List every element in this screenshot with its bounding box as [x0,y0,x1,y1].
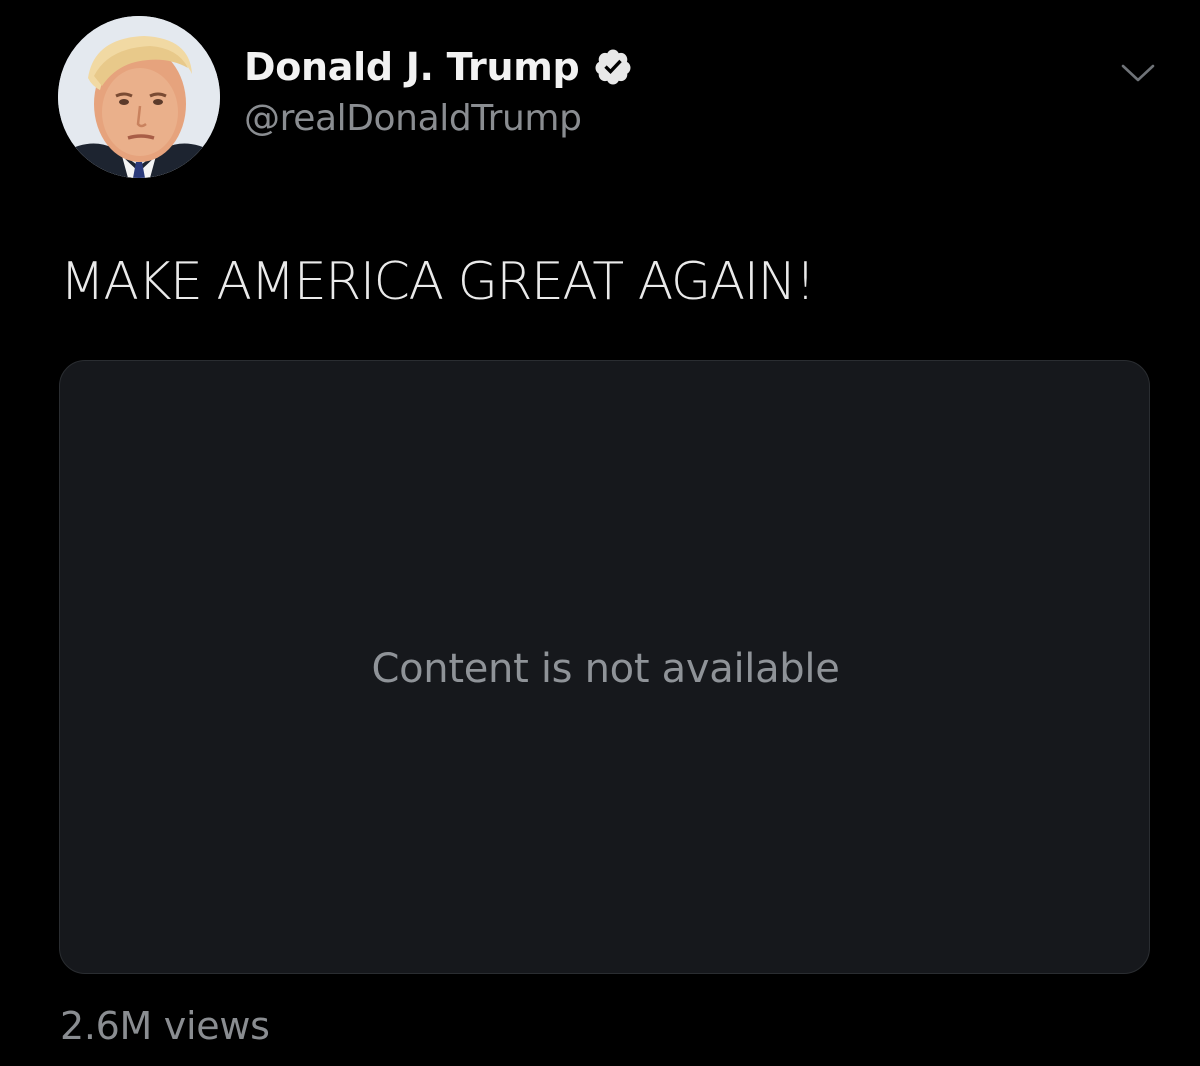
avatar[interactable] [58,16,220,178]
chevron-down-icon[interactable] [1118,58,1158,88]
view-count: 2.6M views [60,1004,270,1048]
media-card[interactable]: Content is not available [59,360,1150,974]
verified-badge-icon [593,47,633,87]
media-unavailable-message: Content is not available [371,646,840,692]
user-handle[interactable]: @realDonaldTrump [244,98,582,139]
profile-photo-icon [58,16,220,178]
tweet: Donald J. Trump @realDonaldTrump MAKE AM… [0,0,1200,1066]
tweet-text: MAKE AMERICA GREAT AGAIN! [60,252,816,312]
author-name-row: Donald J. Trump [244,40,633,94]
display-name[interactable]: Donald J. Trump [244,45,580,89]
